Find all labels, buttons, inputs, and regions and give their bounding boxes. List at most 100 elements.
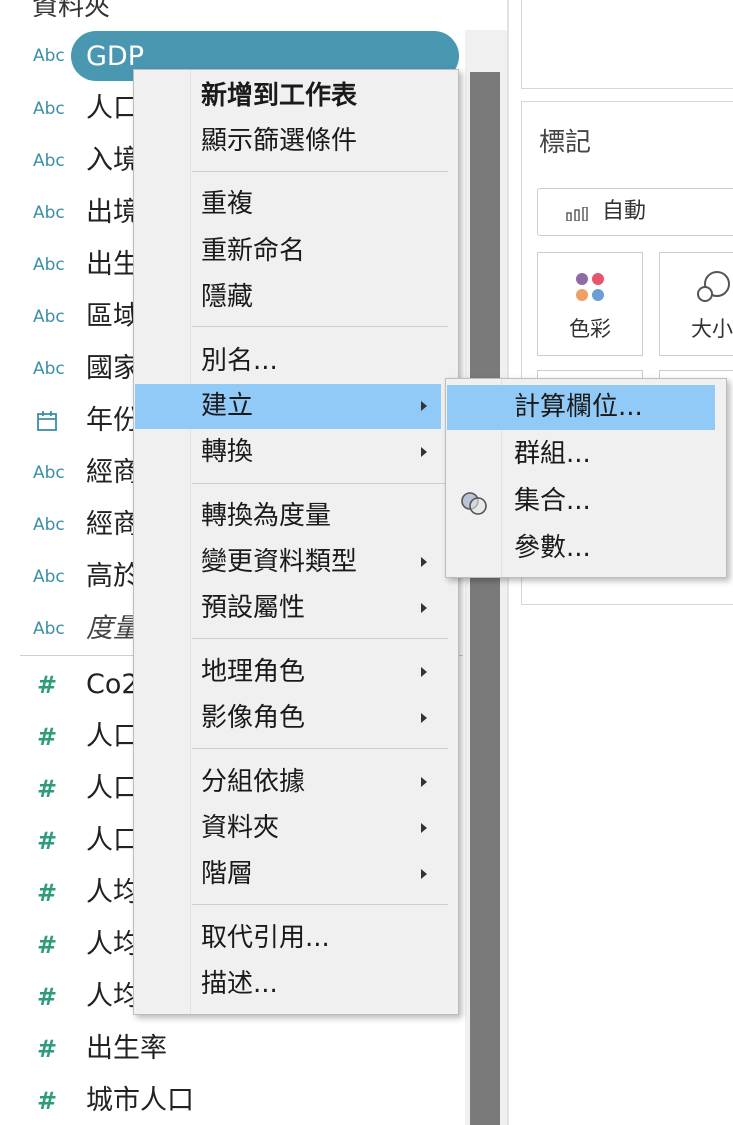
menu-item-create[interactable]: 建立 bbox=[135, 384, 441, 429]
number-type-icon: # bbox=[37, 775, 58, 803]
number-type-icon: # bbox=[37, 1035, 58, 1063]
menu-item-default-properties[interactable]: 預設屬性 bbox=[135, 586, 441, 631]
menu-item-label: 參數... bbox=[514, 533, 591, 563]
create-submenu: 計算欄位... 群組... 集合... 參數... bbox=[445, 378, 727, 578]
menu-item-label: 顯示篩選條件 bbox=[201, 126, 358, 156]
number-type-icon: # bbox=[37, 671, 58, 699]
menu-item-label: 建立 bbox=[201, 391, 254, 421]
string-type-icon: Abc bbox=[33, 567, 65, 587]
color-label: 色彩 bbox=[569, 317, 611, 341]
menu-item-label: 描述... bbox=[201, 969, 278, 999]
menu-item-image-role[interactable]: 影像角色 bbox=[135, 696, 441, 741]
menu-item-label: 別名... bbox=[201, 346, 278, 376]
field-name: Co2 bbox=[86, 669, 139, 700]
menu-item-describe[interactable]: 描述... bbox=[135, 962, 441, 1007]
menu-item-parameter[interactable]: 參數... bbox=[447, 526, 715, 571]
size-label: 大小 bbox=[691, 317, 733, 341]
submenu-arrow-icon bbox=[421, 447, 427, 457]
field-name: 區域 bbox=[86, 301, 140, 332]
mark-type-dropdown[interactable]: 自動 bbox=[537, 188, 733, 236]
field-name: 出生 bbox=[86, 249, 140, 280]
menu-item-transform[interactable]: 轉換 bbox=[135, 430, 441, 475]
menu-item-group-by[interactable]: 分組依據 bbox=[135, 760, 441, 805]
menu-item-label: 轉換 bbox=[201, 437, 254, 467]
menu-item-label: 群組... bbox=[514, 439, 591, 469]
menu-item-convert-to-measure[interactable]: 轉換為度量 bbox=[135, 494, 441, 539]
menu-item-label: 新增到工作表 bbox=[201, 81, 358, 111]
filters-card[interactable] bbox=[521, 0, 733, 89]
field-name: 人口 bbox=[86, 825, 140, 856]
menu-item-aliases[interactable]: 別名... bbox=[135, 339, 441, 384]
field-row[interactable]: # 城市人口 bbox=[0, 1077, 465, 1125]
field-name: 人均 bbox=[86, 929, 140, 960]
menu-separator bbox=[192, 904, 448, 905]
submenu-arrow-icon bbox=[421, 401, 427, 411]
menu-item-geographic-role[interactable]: 地理角色 bbox=[135, 650, 441, 695]
menu-item-change-data-type[interactable]: 變更資料類型 bbox=[135, 540, 441, 585]
menu-item-folders[interactable]: 資料夾 bbox=[135, 806, 441, 851]
menu-item-label: 計算欄位... bbox=[514, 392, 643, 422]
field-name: 入境 bbox=[86, 145, 140, 176]
string-type-icon: Abc bbox=[33, 255, 65, 275]
field-name: 年份 bbox=[86, 405, 140, 436]
submenu-arrow-icon bbox=[421, 823, 427, 833]
menu-item-label: 地理角色 bbox=[201, 657, 306, 687]
menu-item-show-filter[interactable]: 顯示篩選條件 bbox=[135, 119, 441, 164]
number-type-icon: # bbox=[37, 931, 58, 959]
color-icon bbox=[576, 273, 604, 301]
menu-item-replace-references[interactable]: 取代引用... bbox=[135, 916, 441, 961]
menu-item-label: 資料夾 bbox=[201, 813, 280, 843]
menu-item-label: 分組依據 bbox=[201, 767, 306, 797]
menu-item-group[interactable]: 群組... bbox=[447, 432, 715, 477]
menu-item-label: 變更資料類型 bbox=[201, 547, 358, 577]
menu-separator bbox=[192, 748, 448, 749]
bar-chart-icon bbox=[566, 207, 588, 221]
menu-item-label: 轉換為度量 bbox=[201, 501, 332, 531]
scrollbar[interactable] bbox=[470, 72, 500, 1125]
pane-header: 資料夾 bbox=[32, 0, 111, 22]
field-name: 人均 bbox=[86, 981, 140, 1012]
number-type-icon: # bbox=[37, 723, 58, 751]
submenu-arrow-icon bbox=[421, 713, 427, 723]
number-type-icon: # bbox=[37, 1087, 58, 1115]
menu-item-label: 取代引用... bbox=[201, 923, 330, 953]
menu-separator bbox=[192, 326, 448, 327]
menu-item-hierarchy[interactable]: 階層 bbox=[135, 852, 441, 897]
submenu-arrow-icon bbox=[421, 667, 427, 677]
string-type-icon: Abc bbox=[33, 203, 65, 223]
number-type-icon: # bbox=[37, 879, 58, 907]
field-name: 人均 bbox=[86, 877, 140, 908]
size-button[interactable]: 大小 bbox=[659, 252, 733, 356]
menu-item-label: 預設屬性 bbox=[201, 593, 306, 623]
field-name: 出生率 bbox=[86, 1033, 167, 1064]
field-row[interactable]: # 出生率 bbox=[0, 1025, 465, 1073]
field-name: 度量 bbox=[86, 613, 140, 644]
menu-item-add-to-sheet[interactable]: 新增到工作表 bbox=[135, 74, 441, 119]
menu-item-rename[interactable]: 重新命名 bbox=[135, 229, 441, 274]
menu-item-calculated-field[interactable]: 計算欄位... bbox=[447, 385, 715, 430]
menu-item-label: 重複 bbox=[201, 189, 254, 219]
string-type-icon: Abc bbox=[33, 307, 65, 327]
menu-item-label: 重新命名 bbox=[201, 236, 306, 266]
submenu-arrow-icon bbox=[421, 777, 427, 787]
menu-separator bbox=[192, 638, 448, 639]
menu-separator bbox=[192, 171, 448, 172]
menu-item-hide[interactable]: 隱藏 bbox=[135, 275, 441, 320]
string-type-icon: Abc bbox=[33, 99, 65, 119]
field-name: 國家 bbox=[86, 353, 140, 384]
submenu-arrow-icon bbox=[421, 603, 427, 613]
marks-title: 標記 bbox=[539, 128, 592, 158]
field-name: 人口 bbox=[86, 93, 140, 124]
string-type-icon: Abc bbox=[33, 619, 65, 639]
menu-item-set[interactable]: 集合... bbox=[447, 479, 715, 524]
string-type-icon: Abc bbox=[33, 151, 65, 171]
menu-separator bbox=[192, 483, 448, 484]
field-name: 人口 bbox=[86, 721, 140, 752]
field-context-menu: 新增到工作表 顯示篩選條件 重複 重新命名 隱藏 別名... 建立 轉換 轉換為… bbox=[133, 69, 459, 1015]
menu-item-duplicate[interactable]: 重複 bbox=[135, 182, 441, 227]
submenu-arrow-icon bbox=[421, 557, 427, 567]
number-type-icon: # bbox=[37, 983, 58, 1011]
color-button[interactable]: 色彩 bbox=[537, 252, 643, 356]
size-icon bbox=[697, 271, 730, 302]
menu-item-label: 階層 bbox=[201, 859, 254, 889]
